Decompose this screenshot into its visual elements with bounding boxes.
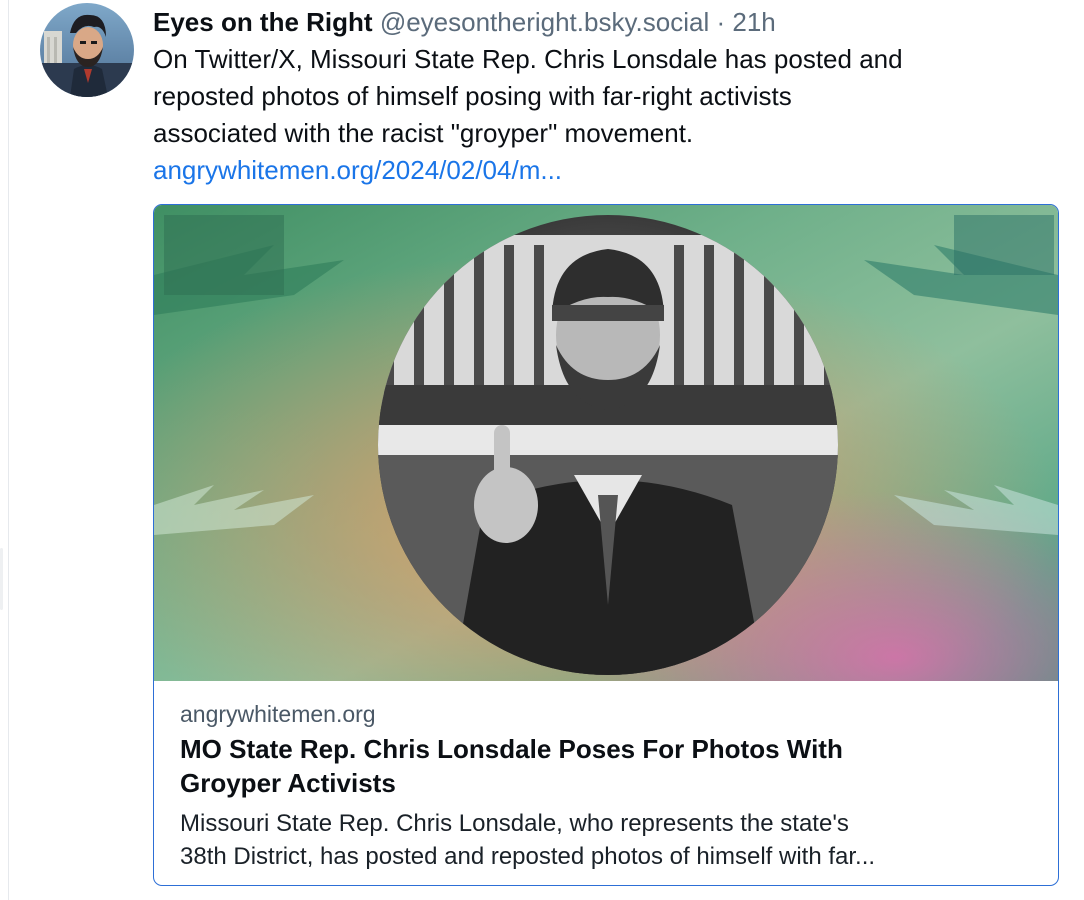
feed-divider	[8, 0, 9, 900]
bluesky-post-view: Eyes on the Right @eyesontheright.bsky.s…	[0, 0, 1084, 900]
link-card-title-line: Groyper Activists	[180, 768, 396, 798]
author-display-name[interactable]: Eyes on the Right	[153, 7, 373, 37]
link-card-title-line: MO State Rep. Chris Lonsdale Poses For P…	[180, 734, 843, 764]
link-card-description-line: Missouri State Rep. Chris Lonsdale, who …	[180, 810, 849, 837]
post-link[interactable]: angrywhitemen.org/2024/02/04/m...	[153, 152, 1059, 189]
post-header: Eyes on the Right @eyesontheright.bsky.s…	[153, 4, 1059, 40]
link-card-domain: angrywhitemen.org	[180, 701, 376, 727]
thumbnail-image	[154, 205, 1058, 681]
scrollbar-thumb[interactable]	[0, 548, 3, 610]
link-card-thumbnail	[154, 205, 1058, 681]
post-body: Eyes on the Right @eyesontheright.bsky.s…	[153, 4, 1059, 189]
link-card-description-line: 38th District, has posted and reposted p…	[180, 843, 876, 870]
link-card-title: MO State Rep. Chris Lonsdale Poses For P…	[180, 732, 1040, 800]
post-text-line: associated with the racist "groyper" mov…	[153, 118, 694, 148]
avatar-illustration	[40, 3, 134, 97]
header-separator: ·	[716, 7, 726, 37]
post-text: On Twitter/X, Missouri State Rep. Chris …	[153, 41, 1059, 152]
author-handle[interactable]: @eyesontheright.bsky.social	[380, 7, 709, 37]
post-text-line: On Twitter/X, Missouri State Rep. Chris …	[153, 44, 903, 74]
post-timestamp[interactable]: 21h	[732, 7, 775, 37]
author-avatar[interactable]	[40, 3, 134, 97]
link-preview-card[interactable]: angrywhitemen.org MO State Rep. Chris Lo…	[153, 204, 1059, 886]
link-card-description: Missouri State Rep. Chris Lonsdale, who …	[180, 807, 1040, 873]
link-card-meta: angrywhitemen.org MO State Rep. Chris Lo…	[180, 699, 1040, 873]
post-text-line: reposted photos of himself posing with f…	[153, 81, 792, 111]
